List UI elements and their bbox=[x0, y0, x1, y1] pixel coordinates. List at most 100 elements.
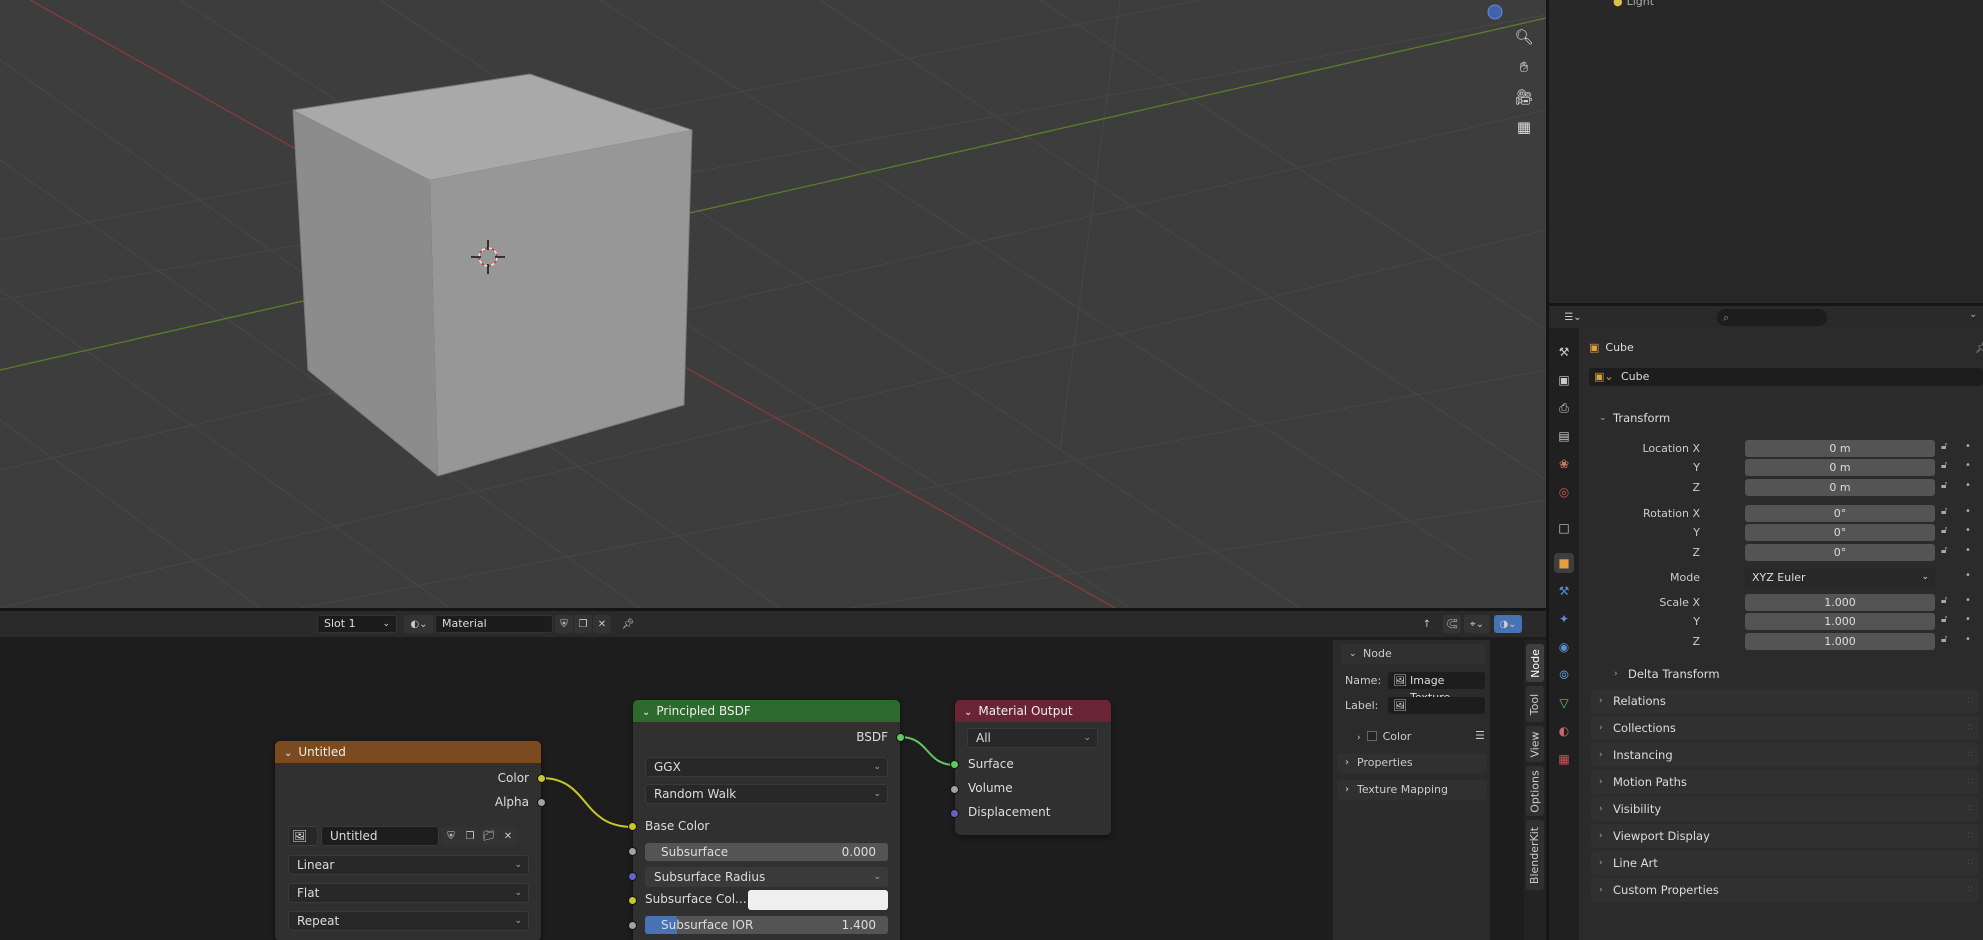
lock-icon[interactable]: 🔓︎ bbox=[1941, 595, 1947, 606]
chevron-down-icon[interactable]: ⌄ bbox=[1969, 309, 1977, 320]
subsurface-radius-dropdown[interactable]: Subsurface Radius ⌄ bbox=[645, 867, 888, 887]
projection-dropdown[interactable]: Flat ⌄ bbox=[288, 883, 529, 903]
sidebar-tab-node[interactable]: Node bbox=[1526, 644, 1544, 682]
node-name-field[interactable]: 🖼︎Image Texture bbox=[1388, 672, 1485, 704]
modifier-tab-icon[interactable]: ⚒ bbox=[1554, 581, 1574, 601]
scale-x-field[interactable]: 1.000 bbox=[1745, 594, 1935, 611]
node-section-header[interactable]: ⌄ Node bbox=[1341, 644, 1485, 664]
location-y-field[interactable]: 0 m bbox=[1745, 459, 1935, 476]
instancing-panel-header[interactable]: › Instancing ∷ bbox=[1591, 743, 1979, 767]
world-tab-icon[interactable]: ◎ bbox=[1554, 482, 1574, 502]
lock-icon[interactable]: 🔓︎ bbox=[1941, 614, 1947, 625]
close-icon[interactable]: ✕ bbox=[499, 827, 517, 845]
outliner-row-light[interactable]: ● Light bbox=[1613, 0, 1654, 8]
distribution-dropdown[interactable]: GGX ⌄ bbox=[645, 757, 888, 777]
object-name-field[interactable]: ▣⌄ Cube bbox=[1589, 368, 1983, 386]
image-texture-node[interactable]: ⌄ Untitled Color Alpha 🖼︎⌄ Untitled ⛨ ❐ 📁… bbox=[275, 741, 546, 940]
chevron-down-icon[interactable]: ⌄ bbox=[964, 702, 972, 724]
output-bsdf-socket[interactable] bbox=[896, 733, 905, 742]
output-target-dropdown[interactable]: All ⌄ bbox=[967, 728, 1098, 748]
rotation-mode-dropdown[interactable]: XYZ Euler ⌄ bbox=[1745, 569, 1935, 586]
rotation-x-field[interactable]: 0° bbox=[1745, 505, 1935, 522]
keyframe-dot-icon[interactable]: • bbox=[1965, 525, 1971, 536]
particles-tab-icon[interactable]: ✦ bbox=[1554, 609, 1574, 629]
sidebar-tab-view[interactable]: View bbox=[1526, 726, 1544, 762]
chevron-down-icon[interactable]: ⌄ bbox=[284, 743, 292, 765]
lock-icon[interactable]: 🔓︎ bbox=[1941, 545, 1947, 556]
location-z-field[interactable]: 0 m bbox=[1745, 479, 1935, 496]
3d-viewport[interactable]: 🔍︎ ✋︎ 🎥︎ ▦ bbox=[0, 0, 1546, 608]
subsurface-method-dropdown[interactable]: Random Walk ⌄ bbox=[645, 784, 888, 804]
lock-icon[interactable]: 🔓︎ bbox=[1941, 634, 1947, 645]
visibility-panel-header[interactable]: › Visibility ∷ bbox=[1591, 797, 1979, 821]
rotation-y-field[interactable]: 0° bbox=[1745, 524, 1935, 541]
material-tab-icon[interactable]: ◐ bbox=[1554, 721, 1574, 741]
displacement-socket[interactable] bbox=[950, 809, 959, 818]
sidebar-tab-tool[interactable]: Tool bbox=[1526, 686, 1544, 722]
keyframe-dot-icon[interactable]: • bbox=[1965, 480, 1971, 491]
principled-bsdf-node[interactable]: ⌄ Principled BSDF BSDF GGX ⌄ Random Walk ⌄ … bbox=[628, 700, 905, 940]
object-tab-icon[interactable]: ■ bbox=[1554, 553, 1574, 573]
keyframe-dot-icon[interactable]: • bbox=[1965, 506, 1971, 517]
scale-z-field[interactable]: 1.000 bbox=[1745, 633, 1935, 650]
grid-view-icon[interactable]: ▦ bbox=[1511, 114, 1537, 140]
output-color-socket[interactable] bbox=[537, 774, 546, 783]
extension-dropdown[interactable]: Repeat ⌄ bbox=[288, 911, 529, 931]
presets-list-icon[interactable]: ☰ bbox=[1475, 729, 1485, 742]
line-art-panel-header[interactable]: › Line Art ∷ bbox=[1591, 851, 1979, 875]
image-name-field[interactable]: Untitled bbox=[321, 826, 439, 846]
lock-icon[interactable]: 🔓︎ bbox=[1941, 480, 1947, 491]
properties-search-input[interactable]: ⌕ bbox=[1717, 309, 1827, 326]
image-browse-icon[interactable]: 🖼︎⌄ bbox=[288, 826, 318, 861]
keyframe-dot-icon[interactable]: • bbox=[1965, 460, 1971, 471]
pin-icon[interactable]: 📌︎ bbox=[1975, 341, 1983, 354]
drag-grip-icon[interactable]: ∷ bbox=[1967, 851, 1973, 875]
keyframe-dot-icon[interactable]: • bbox=[1965, 545, 1971, 556]
editor-type-icon[interactable]: ☰⌄ bbox=[1559, 308, 1587, 326]
color-checkbox[interactable] bbox=[1366, 731, 1377, 741]
output-alpha-socket[interactable] bbox=[537, 798, 546, 807]
image-texture-node-header[interactable]: ⌄ Untitled bbox=[275, 741, 541, 763]
delta-transform-subpanel[interactable]: › Delta Transform bbox=[1606, 662, 1979, 686]
custom-properties-panel-header[interactable]: › Custom Properties ∷ bbox=[1591, 878, 1979, 902]
tool-tab-icon[interactable]: ⚒ bbox=[1554, 342, 1574, 362]
scale-y-field[interactable]: 1.000 bbox=[1745, 613, 1935, 630]
location-x-field[interactable]: 0 m bbox=[1745, 440, 1935, 457]
camera-icon[interactable]: 🎥︎ bbox=[1511, 84, 1537, 110]
material-output-node-header[interactable]: ⌄ Material Output bbox=[955, 700, 1111, 722]
subsurface-ior-slider[interactable]: Subsurface IOR 1.400 bbox=[645, 916, 888, 934]
physics-tab-icon[interactable]: ◉ bbox=[1554, 637, 1574, 657]
color-subpanel[interactable]: › Color bbox=[1357, 730, 1411, 743]
keyframe-dot-icon[interactable]: • bbox=[1965, 441, 1971, 452]
subsurface-color-socket[interactable] bbox=[628, 896, 637, 905]
drag-grip-icon[interactable]: ∷ bbox=[1967, 716, 1973, 740]
lock-icon[interactable]: 🔓︎ bbox=[1941, 441, 1947, 452]
subsurface-slider[interactable]: Subsurface 0.000 bbox=[645, 843, 888, 861]
constraints-tab-icon[interactable]: ⦾ bbox=[1554, 665, 1574, 685]
drag-grip-icon[interactable]: ∷ bbox=[1967, 770, 1973, 794]
principled-bsdf-node-header[interactable]: ⌄ Principled BSDF bbox=[633, 700, 900, 722]
drag-grip-icon[interactable]: ∷ bbox=[1967, 824, 1973, 848]
outliner[interactable]: ● Light bbox=[1549, 0, 1983, 303]
subsurface-radius-socket[interactable] bbox=[628, 872, 637, 881]
transform-panel-header[interactable]: ⌄ Transform bbox=[1591, 406, 1979, 430]
relations-panel-header[interactable]: › Relations ∷ bbox=[1591, 689, 1979, 713]
drag-grip-icon[interactable]: ∷ bbox=[1967, 743, 1973, 767]
properties-section-header[interactable]: › Properties bbox=[1337, 753, 1487, 773]
shader-node-editor[interactable]: Slot 1 ⌄ ◐⌄ Material ⛨ ❐ ✕ 📌︎ ↑ 🧲︎ ⌖⌄ ◑⌄… bbox=[0, 611, 1546, 940]
scene-tab-icon[interactable]: ❀ bbox=[1554, 454, 1574, 474]
collection-tab-icon[interactable]: □ bbox=[1554, 518, 1574, 538]
open-folder-icon[interactable]: 📁︎ bbox=[480, 827, 498, 845]
keyframe-dot-icon[interactable]: • bbox=[1965, 570, 1971, 581]
keyframe-dot-icon[interactable]: • bbox=[1965, 614, 1971, 625]
keyframe-dot-icon[interactable]: • bbox=[1965, 595, 1971, 606]
rotation-z-field[interactable]: 0° bbox=[1745, 544, 1935, 561]
volume-socket[interactable] bbox=[950, 785, 959, 794]
drag-grip-icon[interactable]: ∷ bbox=[1967, 878, 1973, 902]
chevron-down-icon[interactable]: ⌄ bbox=[642, 702, 650, 724]
duplicate-icon[interactable]: ❐ bbox=[461, 827, 479, 845]
node-label-field[interactable]: 🖼︎ bbox=[1388, 697, 1485, 714]
viewport-display-panel-header[interactable]: › Viewport Display ∷ bbox=[1591, 824, 1979, 848]
data-tab-icon[interactable]: ▽ bbox=[1554, 693, 1574, 713]
zoom-icon[interactable]: 🔍︎ bbox=[1511, 24, 1537, 50]
